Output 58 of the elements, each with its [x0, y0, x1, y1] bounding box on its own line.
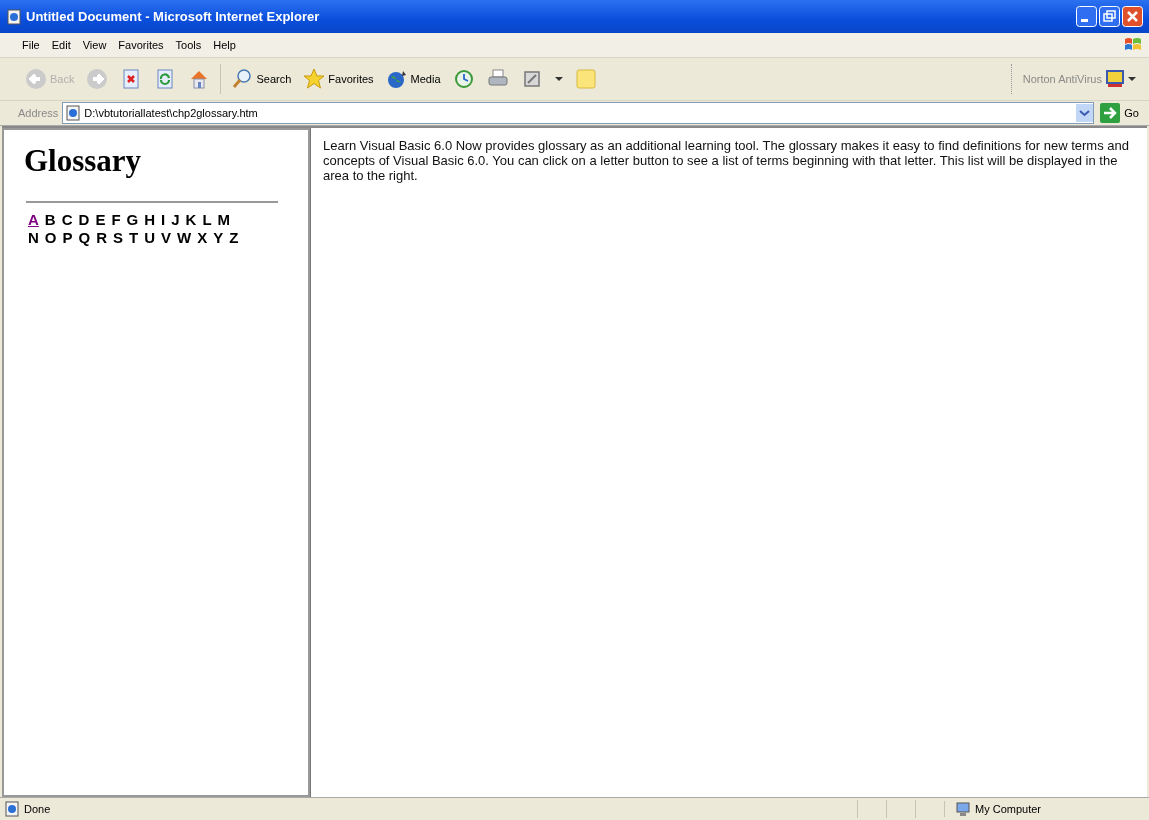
menu-item[interactable]: View [76, 39, 113, 51]
window-title: Untitled Document - Microsoft Internet Explorer [26, 9, 321, 24]
letter-link[interactable]: H [144, 211, 156, 229]
favorites-button[interactable]: Favorites [298, 66, 379, 92]
zone-text: My Computer [975, 803, 1042, 815]
letter-link[interactable]: D [78, 211, 90, 229]
letter-link[interactable]: J [171, 211, 180, 229]
caret-icon [1128, 77, 1136, 81]
menu-item[interactable]: Favorites [112, 39, 170, 51]
letter-link[interactable]: X [197, 229, 208, 247]
computer-icon [955, 801, 971, 817]
letter-link[interactable]: E [95, 211, 106, 229]
letter-link[interactable]: A [28, 211, 39, 229]
restore-icon[interactable] [1099, 6, 1120, 27]
menu-item[interactable]: Help [207, 39, 242, 51]
star-icon [303, 68, 326, 90]
letter-link[interactable]: B [44, 211, 56, 229]
menu-item[interactable]: File [16, 39, 46, 51]
close-icon[interactable] [1122, 6, 1143, 27]
arrow-icon [1100, 103, 1121, 123]
media-button[interactable]: Media [380, 66, 446, 92]
intro-paragraph: Learn Visual Basic 6.0 Now provides glossary as an additional learning tool. The glossary makes it easy to find definitions for new terms and concepts of Visual Basic 6.0. You can click on a letter button to see a list of terms beginning with that letter. This list will be displayed in the area to the right. [323, 138, 1130, 183]
letter-link[interactable]: Y [213, 229, 224, 247]
letter-link[interactable]: S [113, 229, 124, 247]
letter-link[interactable]: M [217, 211, 231, 229]
letter-link[interactable]: O [44, 229, 57, 247]
note-icon [574, 68, 597, 90]
menu-item[interactable]: Edit [45, 39, 77, 51]
letter-link[interactable]: Z [229, 229, 239, 247]
letter-link[interactable]: T [129, 229, 139, 247]
letter-link[interactable]: U [144, 229, 156, 247]
letter-link[interactable]: I [161, 211, 166, 229]
letter-link[interactable]: Q [78, 229, 91, 247]
letter-link[interactable]: F [111, 211, 121, 229]
letter-link[interactable]: W [177, 229, 192, 247]
address-label: Address [18, 107, 59, 119]
history-icon [452, 68, 475, 90]
page-icon [6, 8, 22, 25]
letter-link[interactable]: N [28, 229, 39, 247]
minimize-icon[interactable] [1076, 6, 1097, 27]
address-field[interactable]: D:\vbtutoriallatest\chp2glossary.htm [62, 102, 1095, 124]
search-button[interactable]: Search [226, 66, 297, 92]
status-text: Done [24, 803, 51, 815]
letter-link[interactable]: G [126, 211, 139, 229]
letter-link[interactable]: R [96, 229, 108, 247]
monitor-icon [1105, 69, 1125, 89]
search-icon [231, 68, 254, 90]
caret-icon [554, 77, 563, 81]
go-button[interactable]: Go [1098, 103, 1145, 123]
letter-link[interactable]: V [161, 229, 172, 247]
letter-link[interactable]: L [202, 211, 212, 229]
letter-link[interactable]: P [62, 229, 73, 247]
page-icon [4, 801, 20, 817]
page-icon [65, 105, 82, 121]
menu-item[interactable]: Tools [169, 39, 208, 51]
glossary-heading: Glossary [24, 143, 143, 179]
letter-link[interactable]: K [185, 211, 197, 229]
letter-link[interactable]: C [61, 211, 73, 229]
